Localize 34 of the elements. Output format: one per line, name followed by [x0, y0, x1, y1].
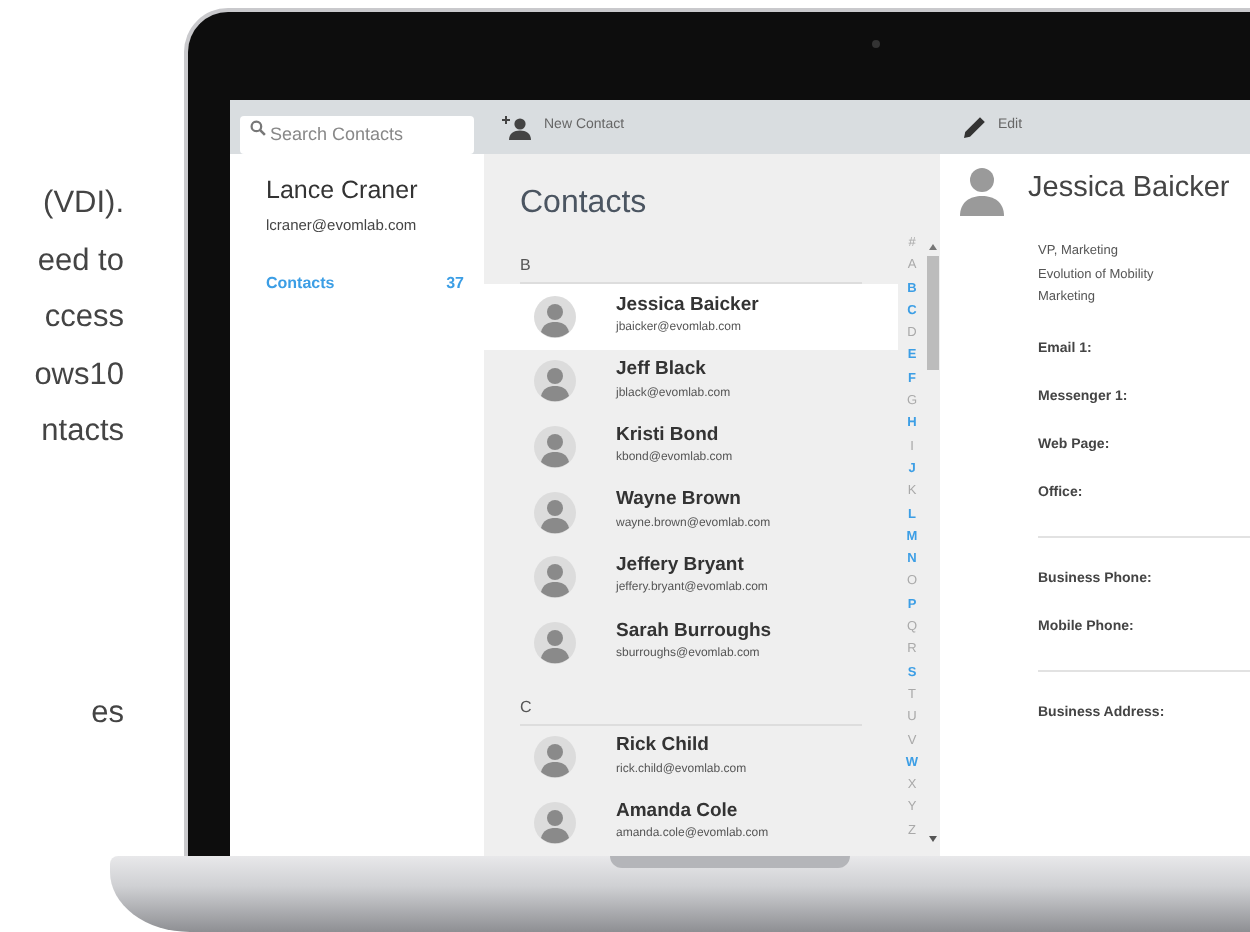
- contact-name: Jessica Baicker: [1028, 170, 1230, 209]
- contact-name: Jeff Black: [616, 360, 708, 382]
- list-title: Contacts: [518, 184, 649, 224]
- avatar-icon: [534, 556, 576, 599]
- avatar-icon: [534, 801, 576, 844]
- folder-label: Contacts: [266, 272, 335, 296]
- account-name: Lance Craner: [266, 174, 420, 208]
- contact-name: Kristi Bond: [616, 425, 721, 447]
- contact-name: Sarah Burroughs: [616, 621, 772, 642]
- add-person-icon: [502, 115, 532, 139]
- camera-dot: [872, 40, 880, 48]
- avatar-icon: [534, 491, 576, 534]
- avatar-icon: [534, 425, 576, 468]
- contact-name: Rick Child: [616, 736, 711, 758]
- text-fragment: (VDI).: [41, 184, 124, 224]
- contact-name: Jeffery Bryant: [616, 555, 746, 577]
- avatar-icon: [534, 360, 576, 403]
- avatar-icon: [534, 736, 576, 779]
- text-fragment: eed to: [35, 241, 124, 282]
- text-fragment: ntacts: [39, 412, 124, 453]
- folder-item[interactable]: Contacts 37: [266, 272, 464, 296]
- folder-count: 37: [446, 272, 464, 296]
- contact-name: Jessica Baicker: [616, 295, 759, 317]
- person-silhouette-icon: [960, 164, 1004, 216]
- text-fragment: es: [89, 693, 124, 734]
- pencil-icon: [964, 116, 986, 138]
- search-field[interactable]: Search Contacts: [240, 115, 474, 153]
- avatar-icon: [534, 621, 576, 664]
- text-fragment: ccess: [42, 298, 124, 339]
- contact-name: Wayne Brown: [616, 490, 743, 512]
- avatar-icon: [534, 295, 576, 338]
- contact-name: Amanda Cole: [616, 801, 740, 823]
- group-letter: C: [520, 695, 862, 726]
- text-fragment: ows10: [32, 355, 124, 396]
